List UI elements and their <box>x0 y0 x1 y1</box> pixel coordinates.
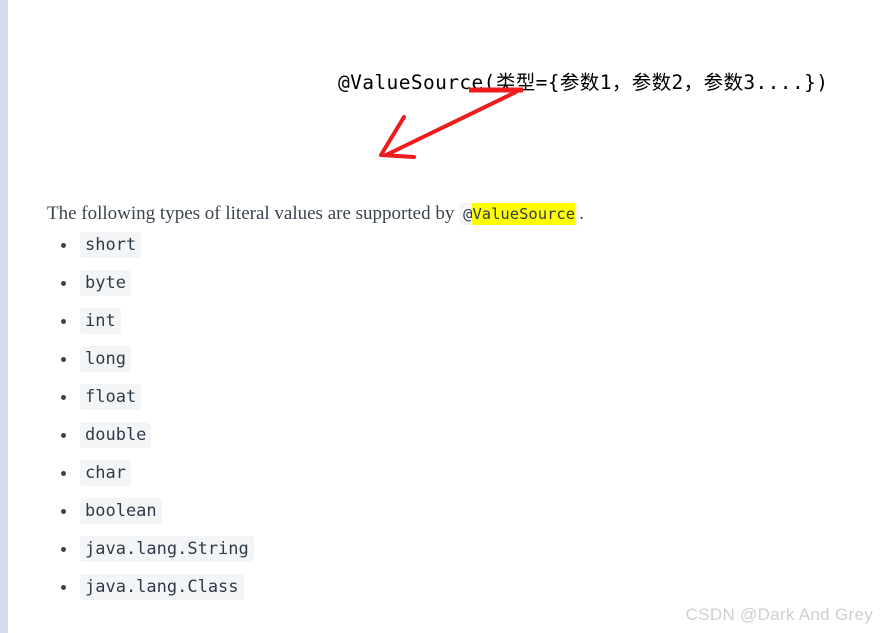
red-arrow-head-icon <box>379 115 416 159</box>
valuesource-code-chip: @ValueSource <box>459 203 580 225</box>
annotation-heading-text: @ValueSource(类型={参数1，参数2，参数3....}) <box>338 71 829 94</box>
type-label: java.lang.Class <box>80 574 244 600</box>
supported-types-list: short byte int long float double char bo… <box>47 226 547 606</box>
red-arrow-shaft-icon <box>384 90 518 157</box>
type-label: double <box>80 422 152 448</box>
bullet-icon <box>61 585 66 590</box>
list-item: java.lang.Class <box>47 568 547 606</box>
type-label: long <box>80 346 131 372</box>
list-item: char <box>47 454 547 492</box>
list-item: byte <box>47 264 547 302</box>
intro-text-before: The following types of literal values ar… <box>47 203 460 224</box>
list-item: double <box>47 416 547 454</box>
bullet-icon <box>61 319 66 324</box>
csdn-watermark: CSDN @Dark And Grey <box>685 605 873 624</box>
list-item: float <box>47 378 547 416</box>
valuesource-highlight: ValueSource <box>472 203 576 225</box>
type-label: int <box>80 308 121 334</box>
bullet-icon <box>61 433 66 438</box>
list-item: boolean <box>47 492 547 530</box>
bullet-icon <box>61 471 66 476</box>
intro-text-after: . <box>579 203 584 224</box>
intro-paragraph: The following types of literal values ar… <box>47 201 584 228</box>
type-label: short <box>80 232 142 258</box>
type-label: char <box>80 460 131 486</box>
bullet-icon <box>61 357 66 362</box>
bullet-icon <box>61 509 66 514</box>
bullet-icon <box>61 243 66 248</box>
list-item: int <box>47 302 547 340</box>
list-item: short <box>47 226 547 264</box>
list-item: java.lang.String <box>47 530 547 568</box>
type-label: byte <box>80 270 131 296</box>
document-page: @ValueSource(类型={参数1，参数2，参数3....}) The f… <box>8 0 885 633</box>
page-left-gutter <box>0 0 8 633</box>
bullet-icon <box>61 547 66 552</box>
list-item: long <box>47 340 547 378</box>
type-label: java.lang.String <box>80 536 254 562</box>
bullet-icon <box>61 281 66 286</box>
type-label: boolean <box>80 498 162 524</box>
type-label: float <box>80 384 142 410</box>
bullet-icon <box>61 395 66 400</box>
